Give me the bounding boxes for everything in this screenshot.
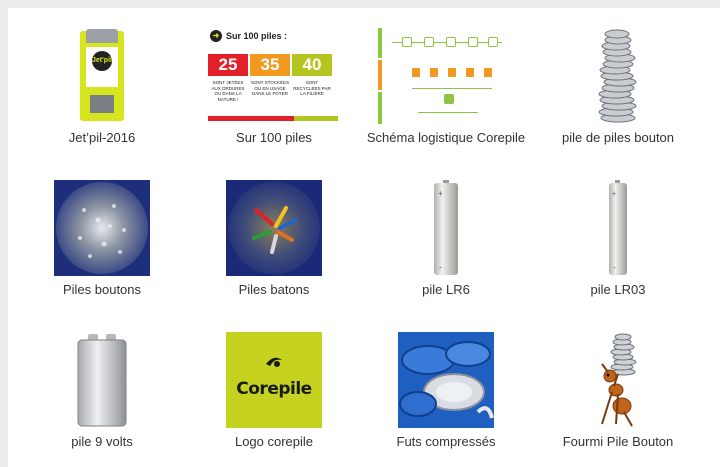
compressed-drums-image [398,332,494,428]
thumbnail-schema-logistique[interactable] [378,28,514,124]
thumbnail-logo-corepile[interactable]: Corepile [226,332,322,428]
gallery-grid: Jet'pil Jet’pil-2016 ➜ Sur 100 piles : 25… [8,8,720,467]
thumbnail-pile-9-volts[interactable] [54,332,150,428]
kiosk-image: Jet'pil [80,29,124,121]
stat-label: SONT JETÉES AUX ORDURES OU DANS LA NATUR… [211,80,245,102]
gallery-item-pile-9-volts[interactable]: pile 9 volts [16,332,188,467]
svg-text:-: - [439,262,442,272]
stat-label: SONT RECYCLÉES PAR LA FILIÈRE [293,80,331,96]
caption[interactable]: Sur 100 piles [236,130,312,145]
thumbnail-piles-batons[interactable] [226,180,322,276]
thumbnail-jetpil[interactable]: Jet'pil [54,28,150,124]
stick-batteries-image [226,180,322,276]
thumbnail-piles-boutons[interactable] [54,180,150,276]
gallery-item-logo-corepile[interactable]: Corepile Logo corepile [188,332,360,467]
button-cells-image [54,180,150,276]
gallery-item-fourmi-pile-bouton[interactable]: Fourmi Pile Bouton [532,332,704,467]
stats-infographic: ➜ Sur 100 piles : 25 35 40 SONT JETÉES AU… [206,28,342,124]
nine-volt-battery-image [77,334,127,427]
stat-label: SONT STOCKÉES OU EN USAGE DANS LE FOYER [250,80,290,96]
kiosk-badge: Jet'pil [92,51,112,71]
stat-value: 35 [250,54,290,76]
gallery-item-pile-lr03[interactable]: + - pile LR03 [532,180,704,332]
ant-carrying-batteries-image [588,332,648,428]
gallery-item-schema-logistique[interactable]: Schéma logistique Corepile [360,28,532,180]
stat-value: 25 [208,54,248,76]
caption[interactable]: pile de piles bouton [562,130,674,145]
gallery-item-pile-lr6[interactable]: + - pile LR6 [360,180,532,332]
gallery-item-sur-100-piles[interactable]: ➜ Sur 100 piles : 25 35 40 SONT JETÉES AU… [188,28,360,180]
gallery-item-pile-de-piles-bouton[interactable]: pile de piles bouton [532,28,704,180]
arrow-icon: ➜ [210,30,222,42]
svg-text:+: + [438,189,443,198]
caption[interactable]: pile LR6 [422,282,470,297]
gallery-item-piles-batons[interactable]: Piles batons [188,180,360,332]
corepile-logo-text: Corepile [236,379,312,399]
gallery-panel: Jet'pil Jet’pil-2016 ➜ Sur 100 piles : 25… [8,8,720,467]
gallery-item-jetpil[interactable]: Jet'pil Jet’pil-2016 [16,28,188,180]
caption[interactable]: pile 9 volts [71,434,132,449]
corepile-logo: Corepile [226,332,322,428]
caption[interactable]: Logo corepile [235,434,313,449]
corepile-mark-icon [266,357,282,367]
svg-text:-: - [613,263,616,272]
caption[interactable]: pile LR03 [591,282,646,297]
thumbnail-pile-lr6[interactable]: + - [398,180,494,276]
gallery-item-futs-compresses[interactable]: Futs compressés [360,332,532,467]
caption[interactable]: Jet’pil-2016 [69,130,136,145]
thumbnail-futs-compresses[interactable] [398,332,494,428]
stat-value: 40 [292,54,332,76]
coin-stack-image [598,28,638,124]
caption[interactable]: Futs compressés [397,434,496,449]
thumbnail-pile-lr03[interactable]: + - [570,180,666,276]
caption[interactable]: Schéma logistique Corepile [367,130,525,145]
aaa-battery-image: + - [609,180,627,275]
thumbnail-sur-100-piles[interactable]: ➜ Sur 100 piles : 25 35 40 SONT JETÉES AU… [206,28,342,124]
svg-text:+: + [612,191,616,198]
caption[interactable]: Fourmi Pile Bouton [563,434,674,449]
stats-heading: Sur 100 piles : [226,31,288,41]
caption[interactable]: Piles boutons [63,282,141,297]
caption[interactable]: Piles batons [239,282,310,297]
flow-diagram-image [378,28,514,124]
aa-battery-image: + - [434,180,458,275]
thumbnail-fourmi-pile-bouton[interactable] [570,332,666,428]
gallery-item-piles-boutons[interactable]: Piles boutons [16,180,188,332]
thumbnail-pile-de-piles-bouton[interactable] [570,28,666,124]
